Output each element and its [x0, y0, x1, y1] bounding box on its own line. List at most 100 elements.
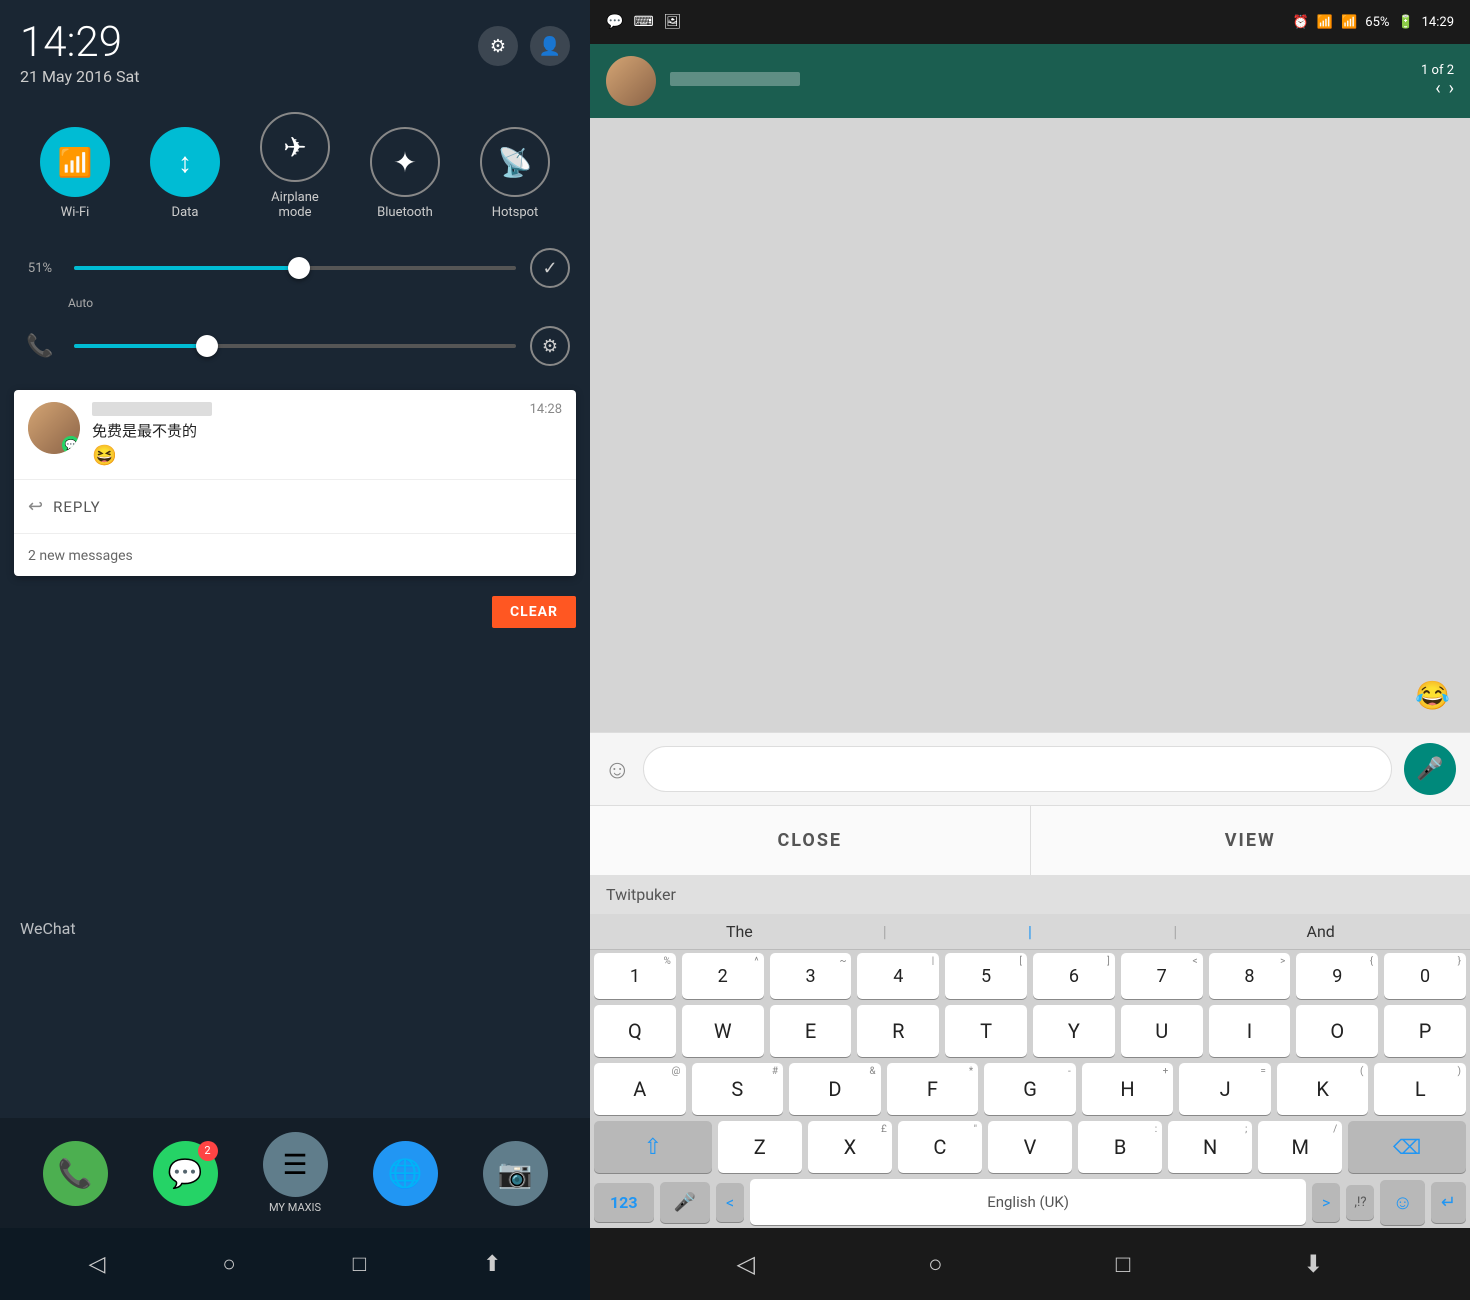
- hotspot-toggle[interactable]: 📡 Hotspot: [480, 127, 550, 220]
- emoji-keyboard-key[interactable]: ☺: [1380, 1180, 1424, 1225]
- recents-btn[interactable]: □: [353, 1251, 366, 1277]
- suggestion-and[interactable]: And: [1185, 922, 1456, 941]
- clear-button[interactable]: CLEAR: [492, 596, 576, 628]
- volume-thumb[interactable]: [196, 335, 218, 357]
- key-t[interactable]: T: [945, 1005, 1027, 1057]
- mic-keyboard-key[interactable]: 🎤: [660, 1182, 710, 1223]
- key-f[interactable]: *F: [887, 1063, 979, 1115]
- brightness-thumb[interactable]: [288, 257, 310, 279]
- shift-key[interactable]: ⇧: [594, 1121, 712, 1173]
- data-btn[interactable]: ↕: [150, 127, 220, 197]
- key-k[interactable]: (K: [1277, 1063, 1369, 1115]
- key-m[interactable]: /M: [1258, 1121, 1342, 1173]
- key-5[interactable]: [5: [945, 953, 1027, 999]
- bluetooth-btn[interactable]: ✦: [370, 127, 440, 197]
- special-key[interactable]: ,!?: [1346, 1185, 1374, 1220]
- wallpaper-area: WeChat: [0, 636, 590, 1118]
- key-z[interactable]: Z: [718, 1121, 802, 1173]
- key-x[interactable]: £X: [808, 1121, 892, 1173]
- key-3[interactable]: ~3: [770, 953, 852, 999]
- wa-arrows: ‹ ›: [1435, 78, 1454, 99]
- wifi-toggle[interactable]: 📶 Wi-Fi: [40, 127, 110, 220]
- airplane-toggle[interactable]: ✈ Airplanemode: [260, 112, 330, 220]
- back-btn-right[interactable]: ◁: [737, 1250, 755, 1278]
- dock-maxis[interactable]: ☰ MY MAXIS: [263, 1132, 328, 1214]
- key-8[interactable]: >8: [1209, 953, 1291, 999]
- key-i[interactable]: I: [1209, 1005, 1291, 1057]
- notif-content: 免费是最不贵的 😆: [92, 402, 530, 467]
- message-input[interactable]: [643, 746, 1392, 792]
- dock-phone[interactable]: 📞: [43, 1141, 108, 1206]
- key-9[interactable]: {9: [1296, 953, 1378, 999]
- key-q[interactable]: Q: [594, 1005, 676, 1057]
- key-o[interactable]: O: [1296, 1005, 1378, 1057]
- dock-whatsapp[interactable]: 💬 2: [153, 1141, 218, 1206]
- key-e[interactable]: E: [770, 1005, 852, 1057]
- back-btn[interactable]: ◁: [89, 1252, 106, 1277]
- hotspot-btn[interactable]: 📡: [480, 127, 550, 197]
- twitpuker-label: Twitpuker: [606, 885, 676, 904]
- dock: 📞 💬 2 ☰ MY MAXIS 🌐 📷: [0, 1118, 590, 1228]
- key-v[interactable]: V: [988, 1121, 1072, 1173]
- volume-slider[interactable]: [74, 344, 516, 348]
- brightness-label: 51%: [20, 261, 60, 276]
- key-c[interactable]: "C: [898, 1121, 982, 1173]
- wa-next-icon[interactable]: ›: [1449, 78, 1454, 99]
- key-7[interactable]: <7: [1121, 953, 1203, 999]
- chat-emoji-message: 😂: [1415, 679, 1450, 712]
- data-toggle[interactable]: ↕ Data: [150, 127, 220, 220]
- home-btn[interactable]: ○: [222, 1251, 235, 1277]
- voice-button[interactable]: 🎤: [1404, 743, 1456, 795]
- brightness-slider[interactable]: [74, 266, 516, 270]
- wa-prev-icon[interactable]: ‹: [1435, 78, 1440, 99]
- auto-label: Auto: [68, 296, 570, 310]
- bluetooth-toggle[interactable]: ✦ Bluetooth: [370, 127, 440, 220]
- home-btn-right[interactable]: ○: [928, 1250, 943, 1279]
- user-icon[interactable]: 👤: [530, 26, 570, 66]
- key-g[interactable]: -G: [984, 1063, 1076, 1115]
- key-p[interactable]: P: [1384, 1005, 1466, 1057]
- key-2[interactable]: ^2: [682, 953, 764, 999]
- view-button[interactable]: VIEW: [1031, 806, 1470, 875]
- key-w[interactable]: W: [682, 1005, 764, 1057]
- spacebar[interactable]: English (UK): [750, 1179, 1306, 1225]
- close-button[interactable]: CLOSE: [590, 806, 1031, 875]
- key-u[interactable]: U: [1121, 1005, 1203, 1057]
- notif-count: 2 new messages: [14, 540, 576, 576]
- num-key[interactable]: 123: [594, 1183, 654, 1222]
- language-label: English (UK): [987, 1193, 1069, 1211]
- key-1[interactable]: %1: [594, 953, 676, 999]
- key-s[interactable]: #S: [692, 1063, 784, 1115]
- key-h[interactable]: +H: [1082, 1063, 1174, 1115]
- whatsapp-badge-icon: 💬: [62, 436, 80, 454]
- right-arrow-key[interactable]: >: [1312, 1183, 1340, 1222]
- key-l[interactable]: )L: [1374, 1063, 1466, 1115]
- settings-volume-btn[interactable]: ⚙: [530, 326, 570, 366]
- wifi-btn[interactable]: 📶: [40, 127, 110, 197]
- keyboard-hide-btn[interactable]: ⬇: [1303, 1250, 1323, 1278]
- dock-browser[interactable]: 🌐: [373, 1141, 438, 1206]
- key-r[interactable]: R: [857, 1005, 939, 1057]
- dock-maxis-icon[interactable]: ☰: [263, 1132, 328, 1197]
- key-j[interactable]: =J: [1179, 1063, 1271, 1115]
- key-n[interactable]: ;N: [1168, 1121, 1252, 1173]
- key-4[interactable]: |4: [857, 953, 939, 999]
- backspace-key[interactable]: ⌫: [1348, 1121, 1466, 1173]
- suggestion-the[interactable]: The: [604, 922, 875, 941]
- recents-btn-right[interactable]: □: [1116, 1250, 1131, 1279]
- key-a[interactable]: @A: [594, 1063, 686, 1115]
- settings-icon[interactable]: ⚙: [478, 26, 518, 66]
- key-0[interactable]: }0: [1384, 953, 1466, 999]
- enter-key[interactable]: ↵: [1431, 1182, 1466, 1223]
- key-d[interactable]: &D: [789, 1063, 881, 1115]
- share-btn[interactable]: ⬆: [483, 1252, 501, 1277]
- key-b[interactable]: :B: [1078, 1121, 1162, 1173]
- left-arrow-key[interactable]: <: [716, 1183, 744, 1222]
- dock-camera[interactable]: 📷: [483, 1141, 548, 1206]
- key-y[interactable]: Y: [1033, 1005, 1115, 1057]
- emoji-button[interactable]: ☺: [604, 754, 631, 785]
- airplane-btn[interactable]: ✈: [260, 112, 330, 182]
- auto-brightness-btn[interactable]: ✓: [530, 248, 570, 288]
- key-6[interactable]: ]6: [1033, 953, 1115, 999]
- notif-reply-btn[interactable]: ↩ REPLY: [14, 486, 576, 527]
